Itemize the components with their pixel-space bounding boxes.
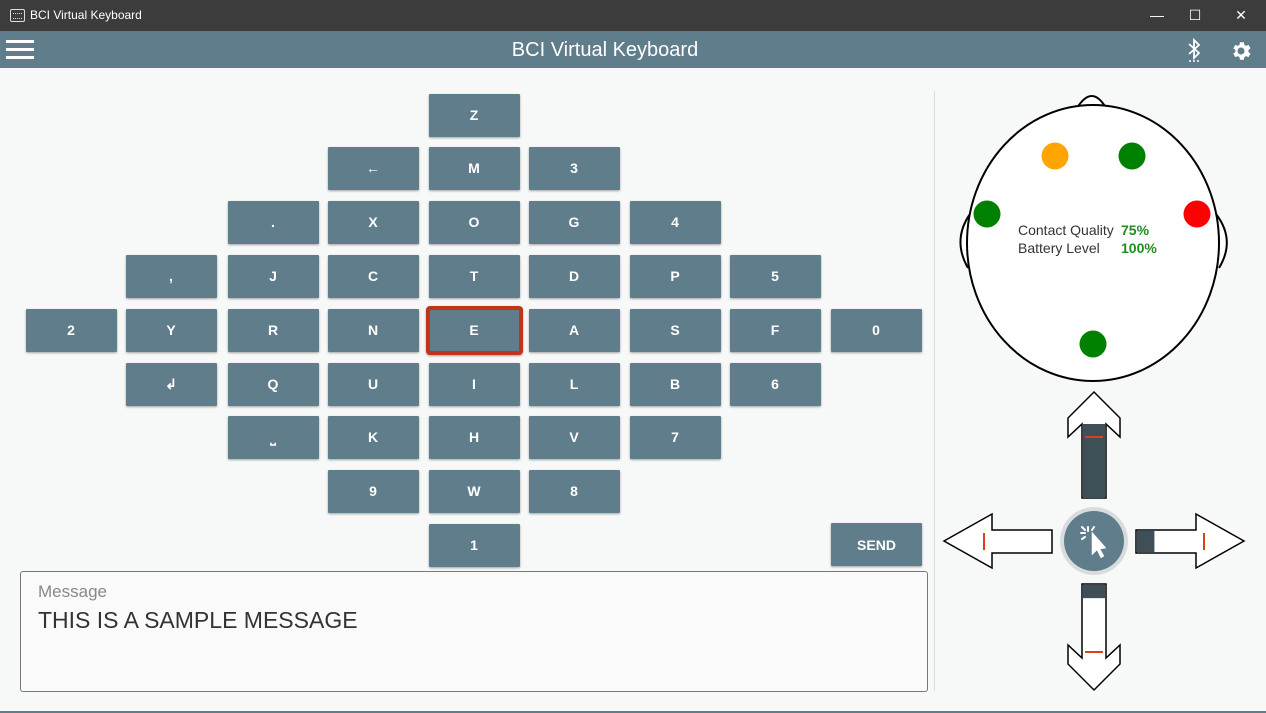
key-5[interactable]: X <box>327 200 419 244</box>
key-21[interactable]: A <box>528 308 620 352</box>
electrode-front-left <box>1041 142 1069 170</box>
gear-icon[interactable] <box>1229 39 1253 63</box>
battery-level-label: Battery Level <box>1018 240 1100 256</box>
key-7[interactable]: G <box>528 200 620 244</box>
left-arrow-outline <box>942 512 1053 570</box>
key-15[interactable]: 5 <box>729 254 821 298</box>
key-10[interactable]: J <box>227 254 319 298</box>
contact-quality-value: 75% <box>1121 222 1150 238</box>
battery-level-value: 100% <box>1121 240 1157 256</box>
keyboard-app-icon <box>10 9 25 22</box>
app-title: BCI Virtual Keyboard <box>511 39 699 61</box>
key-8[interactable]: 4 <box>629 200 721 244</box>
key-26[interactable]: Q <box>227 362 319 406</box>
electrode-right <box>1183 200 1211 228</box>
key-3[interactable]: 3 <box>528 146 620 190</box>
maximize-button[interactable]: ☐ <box>1172 0 1218 31</box>
headset-diagram <box>959 95 1228 382</box>
key-17[interactable]: Y <box>125 308 217 352</box>
key-24[interactable]: 0 <box>830 308 922 352</box>
key-14[interactable]: P <box>629 254 721 298</box>
key-33[interactable]: K <box>327 415 419 459</box>
key-6[interactable]: O <box>428 200 520 244</box>
key-1[interactable]: ← <box>327 146 419 190</box>
electrode-left <box>973 200 1001 228</box>
key-20[interactable]: E <box>425 305 523 355</box>
up-arrow-fill <box>1083 424 1105 498</box>
down-arrow-outline <box>1067 583 1121 692</box>
key-35[interactable]: V <box>528 415 620 459</box>
key-2[interactable]: M <box>428 146 520 190</box>
key-34[interactable]: H <box>428 415 520 459</box>
key-32[interactable]: ⎵ <box>227 415 319 459</box>
message-text[interactable]: THIS IS A SAMPLE MESSAGE <box>38 607 358 634</box>
window-titlebar: BCI Virtual Keyboard — ☐ ✕ <box>0 0 1266 31</box>
key-28[interactable]: I <box>428 362 520 406</box>
key-4[interactable]: . <box>227 200 319 244</box>
close-button[interactable]: ✕ <box>1218 0 1264 31</box>
contact-quality-label: Contact Quality <box>1018 222 1114 238</box>
key-29[interactable]: L <box>528 362 620 406</box>
key-39[interactable]: 8 <box>528 469 620 513</box>
message-field[interactable]: Message THIS IS A SAMPLE MESSAGE <box>20 571 928 692</box>
key-18[interactable]: R <box>227 308 319 352</box>
key-22[interactable]: S <box>629 308 721 352</box>
key-25[interactable]: ↲ <box>125 362 217 406</box>
key-38[interactable]: W <box>428 469 520 513</box>
electrode-front-right <box>1118 142 1146 170</box>
key-36[interactable]: 7 <box>629 415 721 459</box>
key-0[interactable]: Z <box>428 93 520 137</box>
key-9[interactable]: , <box>125 254 217 298</box>
key-37[interactable]: 9 <box>327 469 419 513</box>
key-13[interactable]: D <box>528 254 620 298</box>
key-11[interactable]: C <box>327 254 419 298</box>
click-cursor-icon[interactable] <box>1060 507 1128 575</box>
key-23[interactable]: F <box>729 308 821 352</box>
key-31[interactable]: 6 <box>729 362 821 406</box>
key-12[interactable]: T <box>428 254 520 298</box>
key-19[interactable]: N <box>327 308 419 352</box>
key-27[interactable]: U <box>327 362 419 406</box>
key-30[interactable]: B <box>629 362 721 406</box>
key-16[interactable]: 2 <box>25 308 117 352</box>
app-window: BCI Virtual Keyboard — ☐ ✕ BCI Virtual K… <box>0 0 1266 713</box>
key-40[interactable]: 1 <box>428 523 520 567</box>
message-label: Message <box>38 582 107 601</box>
app-bar: BCI Virtual Keyboard <box>0 31 1266 68</box>
window-title: BCI Virtual Keyboard <box>30 8 142 22</box>
down-arrow-fill <box>1083 585 1105 599</box>
send-button[interactable]: SEND <box>831 523 922 566</box>
direction-control <box>942 390 1246 692</box>
bluetooth-icon[interactable] <box>1183 37 1205 63</box>
right-arrow-fill <box>1137 531 1155 552</box>
electrode-back <box>1079 330 1107 358</box>
panel-divider <box>934 91 935 691</box>
